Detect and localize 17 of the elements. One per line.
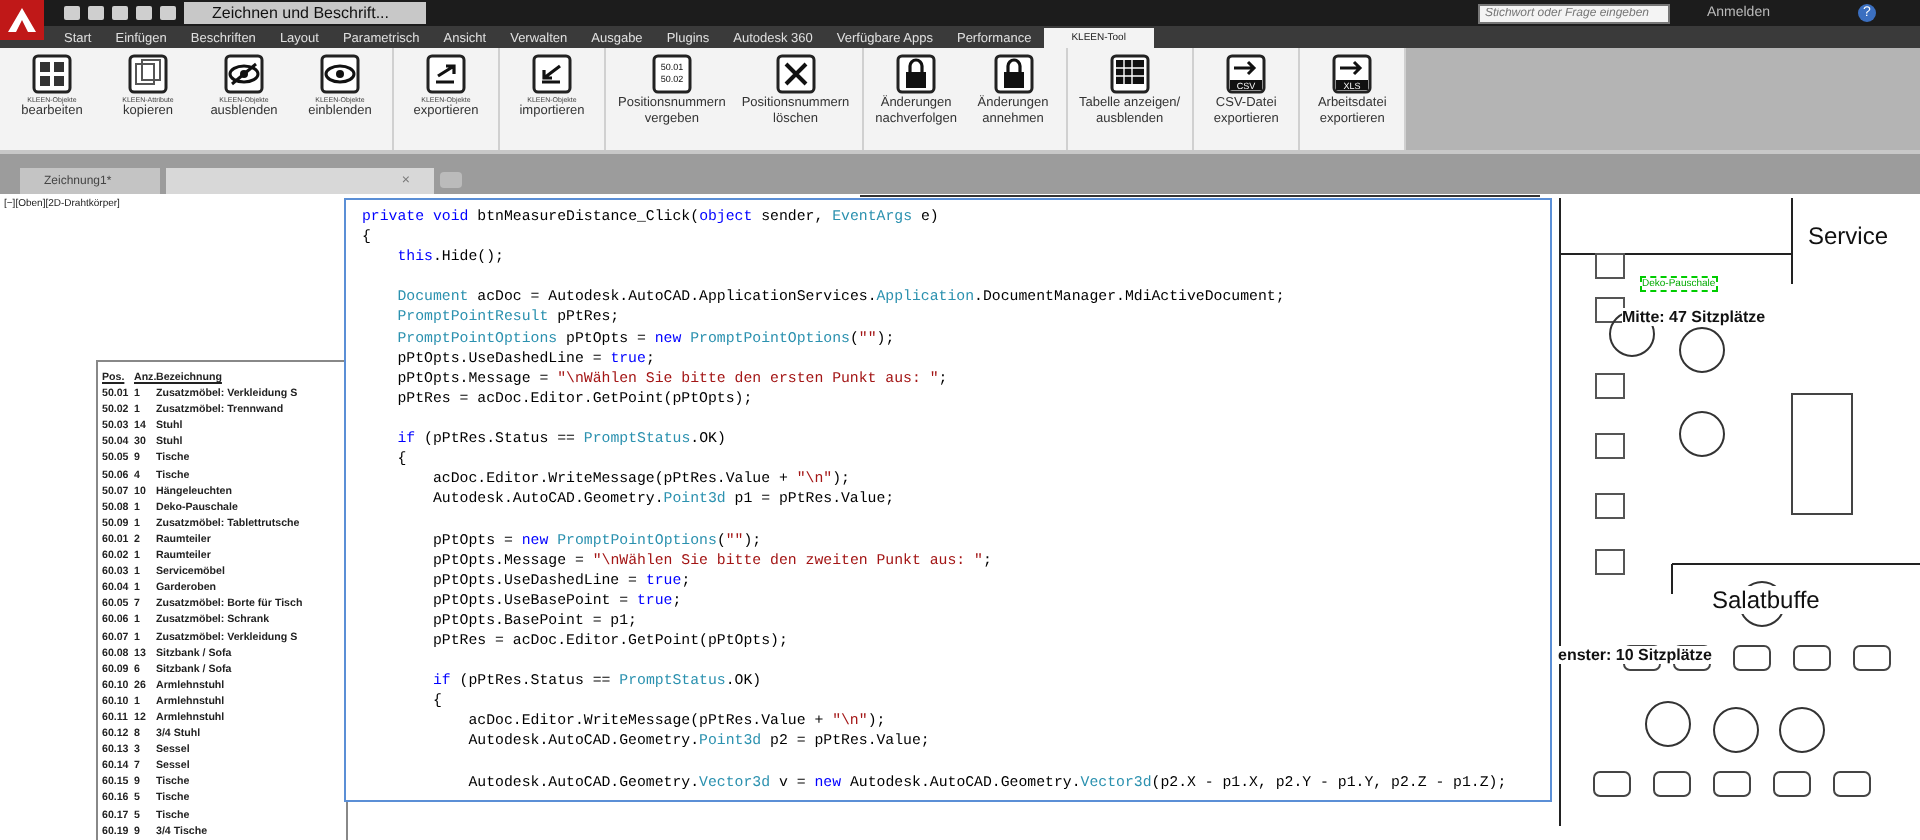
plan-label: Salatbuffe xyxy=(1712,586,1820,614)
plan-label: enster: 10 Sitzplätze xyxy=(1558,646,1712,664)
app-logo-icon[interactable] xyxy=(0,0,44,40)
workspace-dropdown[interactable]: Zeichnen und Beschrift... xyxy=(184,2,425,24)
import-icon xyxy=(532,54,572,94)
plan-label: Mitte: 47 Sitzplätze xyxy=(1622,308,1766,326)
export-icon xyxy=(426,54,466,94)
cross-icon xyxy=(775,54,816,94)
plan-label: Service xyxy=(1808,222,1889,250)
eye-icon xyxy=(320,54,360,94)
lock-icon xyxy=(896,54,937,94)
copy-icon xyxy=(128,54,168,94)
grid-icon xyxy=(32,54,72,94)
hidden-eye-icon xyxy=(224,54,264,94)
lock-icon xyxy=(993,54,1033,94)
new-tab-icon[interactable] xyxy=(440,172,462,188)
table-icon xyxy=(1109,54,1150,94)
